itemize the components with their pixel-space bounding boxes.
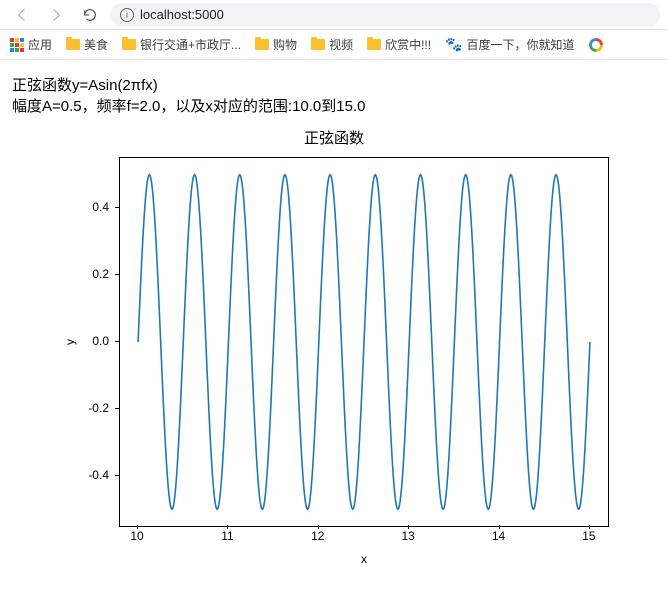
- y-tick-mark: [115, 475, 119, 476]
- y-tick-label: 0.2: [92, 267, 109, 281]
- bookmark-label: 应用: [28, 36, 52, 53]
- bookmark-item[interactable]: 购物: [255, 36, 297, 53]
- x-tick-label: 15: [582, 529, 595, 543]
- arrow-left-icon: [14, 7, 30, 23]
- x-ticks: 10 11 12 13 14 15: [119, 529, 609, 549]
- params-text: 幅度A=0.5，频率f=2.0，以及x对应的范围:10.0到15.0: [12, 96, 656, 117]
- bookmark-label: 百度一下，你就知道: [467, 36, 575, 53]
- bookmark-baidu[interactable]: 🐾 百度一下，你就知道: [445, 36, 574, 53]
- folder-icon: [66, 39, 80, 50]
- folder-icon: [122, 39, 136, 50]
- forward-button[interactable]: [42, 1, 70, 29]
- y-tick-mark: [115, 408, 119, 409]
- sine-line: [120, 158, 608, 526]
- bookmark-google[interactable]: [589, 38, 603, 52]
- x-tick-mark: [589, 525, 590, 529]
- paw-icon: 🐾: [445, 36, 462, 53]
- y-tick-mark: [115, 274, 119, 275]
- bookmark-item[interactable]: 视频: [311, 36, 353, 53]
- folder-icon: [311, 39, 325, 50]
- x-tick-mark: [227, 525, 228, 529]
- google-icon: [589, 38, 603, 52]
- bookmark-label: 欣赏中!!!: [385, 36, 431, 53]
- y-tick-mark: [115, 207, 119, 208]
- reload-button[interactable]: [76, 1, 104, 29]
- y-tick-label: 0.4: [92, 200, 109, 214]
- y-tick-label: -0.2: [88, 401, 109, 415]
- bookmark-item[interactable]: 银行交通+市政厅...: [122, 36, 241, 53]
- x-axis-label: x: [361, 552, 367, 566]
- x-tick-label: 11: [221, 529, 233, 543]
- plot-area: [119, 157, 609, 527]
- bookmark-label: 银行交通+市政厅...: [140, 36, 241, 53]
- url-text: localhost:5000: [140, 7, 224, 22]
- bookmark-item[interactable]: 美食: [66, 36, 108, 53]
- x-tick-mark: [499, 525, 500, 529]
- bookmark-label: 美食: [84, 36, 108, 53]
- formula-text: 正弦函数y=Asin(2πfx): [12, 75, 656, 96]
- back-button[interactable]: [8, 1, 36, 29]
- chart-wrap: 正弦函数 y x -0.4-0.20.00.20.4 101112131415: [12, 127, 656, 577]
- bookmark-item[interactable]: 欣赏中!!!: [367, 36, 431, 53]
- browser-chrome: i localhost:5000 应用 美食 银行交通+市政厅... 购物 视频: [0, 0, 668, 60]
- chart-title: 正弦函数: [39, 127, 629, 148]
- bookmark-apps[interactable]: 应用: [10, 36, 52, 53]
- apps-icon: [10, 38, 24, 52]
- bookmark-label: 视频: [329, 36, 353, 53]
- folder-icon: [367, 39, 381, 50]
- x-tick-mark: [318, 525, 319, 529]
- x-tick-label: 13: [401, 529, 414, 543]
- y-tick-mark: [115, 341, 119, 342]
- address-bar-row: i localhost:5000: [0, 0, 668, 30]
- y-tick-label: -0.4: [88, 468, 109, 482]
- x-tick-label: 12: [311, 529, 324, 543]
- y-ticks: -0.4 -0.2 0.0 0.2 0.4: [39, 157, 114, 527]
- info-icon: i: [120, 8, 134, 22]
- reload-icon: [82, 7, 98, 23]
- bookmark-label: 购物: [273, 36, 297, 53]
- folder-icon: [255, 39, 269, 50]
- sine-path: [138, 175, 590, 510]
- y-tick-label: 0.0: [92, 334, 109, 348]
- x-tick-label: 10: [130, 529, 143, 543]
- x-tick-label: 14: [492, 529, 505, 543]
- arrow-right-icon: [48, 7, 64, 23]
- x-tick-mark: [408, 525, 409, 529]
- chart: 正弦函数 y x -0.4-0.20.00.20.4 101112131415: [39, 127, 629, 577]
- page-content: 正弦函数y=Asin(2πfx) 幅度A=0.5，频率f=2.0，以及x对应的范…: [0, 60, 668, 577]
- address-bar[interactable]: i localhost:5000: [110, 3, 660, 27]
- x-tick-mark: [137, 525, 138, 529]
- bookmarks-bar: 应用 美食 银行交通+市政厅... 购物 视频 欣赏中!!! 🐾 百度一下，你就…: [0, 30, 668, 60]
